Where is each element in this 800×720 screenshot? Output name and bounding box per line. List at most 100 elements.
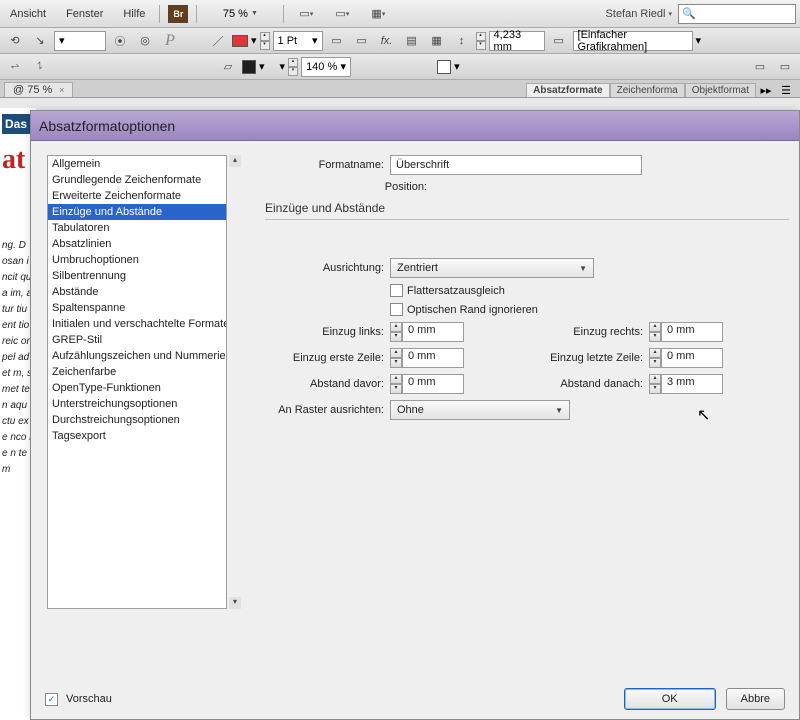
abstand-davor-field[interactable]: ▴▾ 0 mm: [390, 374, 464, 394]
chain-icon[interactable]: ⦿: [109, 31, 131, 51]
checkbox-optischen-rand[interactable]: [390, 303, 403, 316]
category-item[interactable]: Grundlegende Zeichenformate: [48, 172, 226, 188]
menu-window[interactable]: Fenster: [60, 4, 109, 24]
category-item[interactable]: Umbruchoptionen: [48, 252, 226, 268]
an-raster-dropdown[interactable]: Ohne ▼: [390, 400, 570, 420]
frame-style-dropdown[interactable]: [Einfacher Grafikrahmen]: [573, 31, 693, 51]
einzug-erste-input[interactable]: 0 mm: [402, 348, 464, 368]
screen-mode-icon[interactable]: ▭▾: [328, 3, 356, 25]
panel-b-icon[interactable]: ▭: [774, 57, 796, 77]
close-icon[interactable]: ×: [59, 85, 64, 95]
list-scroll[interactable]: ▴ ▾: [229, 155, 241, 609]
fx-label-icon[interactable]: fx.: [376, 31, 398, 51]
abstand-davor-input[interactable]: 0 mm: [402, 374, 464, 394]
einzug-links-field[interactable]: ▴▾ 0 mm: [390, 322, 464, 342]
stroke-color-swatch[interactable]: [232, 35, 248, 47]
category-item[interactable]: Unterstreichungsoptionen: [48, 396, 226, 412]
category-item[interactable]: Spaltenspanne: [48, 300, 226, 316]
formatname-input[interactable]: Überschrift: [390, 155, 642, 175]
paragraph-icon[interactable]: P: [159, 31, 181, 51]
einzug-rechts-input[interactable]: 0 mm: [661, 322, 723, 342]
document-tab[interactable]: @ 75 % ×: [4, 82, 73, 97]
ausrichtung-dropdown[interactable]: Zentriert ▼: [390, 258, 594, 278]
flip-v-icon[interactable]: ⥍: [29, 57, 51, 77]
grid-a-icon[interactable]: ▤: [401, 31, 423, 51]
fx-b-icon[interactable]: ▭: [351, 31, 373, 51]
abstand-danach-input[interactable]: 3 mm: [661, 374, 723, 394]
panel-a-icon[interactable]: ▭: [749, 57, 771, 77]
line-icon[interactable]: ／: [207, 31, 229, 51]
category-item[interactable]: Allgemein: [48, 156, 226, 172]
link-icon[interactable]: ⟲: [4, 31, 26, 51]
einzug-links-input[interactable]: 0 mm: [402, 322, 464, 342]
category-item[interactable]: Aufzählungszeichen und Nummerierung: [48, 348, 226, 364]
chevron-down-icon[interactable]: ▾: [280, 60, 286, 73]
category-item[interactable]: OpenType-Funktionen: [48, 380, 226, 396]
scroll-up-icon[interactable]: ▴: [229, 155, 241, 167]
stepper[interactable]: ▴▾: [260, 32, 270, 50]
category-item[interactable]: Tagsexport: [48, 428, 226, 444]
panel-tab-objektformat[interactable]: Objektformat: [685, 83, 756, 97]
user-menu[interactable]: Stefan Riedl ▾: [606, 8, 672, 20]
vorschau-checkbox[interactable]: ✓: [45, 693, 58, 706]
flip-h-icon[interactable]: ⥋: [4, 57, 26, 77]
stroke-weight[interactable]: 1 Pt▾: [273, 31, 323, 51]
panel-tab-zeichenformate[interactable]: Zeichenforma: [610, 83, 685, 97]
category-item[interactable]: Erweiterte Zeichenformate: [48, 188, 226, 204]
chevron-down-icon[interactable]: ▾: [454, 60, 460, 73]
stepper[interactable]: ▴▾: [649, 348, 661, 368]
chevron-down-icon[interactable]: ▾: [696, 34, 702, 47]
stepper[interactable]: ▴▾: [390, 348, 402, 368]
fx-a-icon[interactable]: ▭: [326, 31, 348, 51]
einzug-letzte-input[interactable]: 0 mm: [661, 348, 723, 368]
bridge-icon[interactable]: Br: [168, 5, 188, 23]
checkbox-flattersatz[interactable]: [390, 284, 403, 297]
category-item[interactable]: Zeichenfarbe: [48, 364, 226, 380]
chevron-down-icon: ▼: [251, 10, 258, 17]
stepper[interactable]: ▴▾: [649, 374, 661, 394]
category-item[interactable]: Initialen und verschachtelte Formate: [48, 316, 226, 332]
category-item[interactable]: Absatzlinien: [48, 236, 226, 252]
stepper[interactable]: ▴▾: [476, 32, 486, 50]
stepper[interactable]: ▴▾: [390, 374, 402, 394]
measurement-field[interactable]: 4,233 mm: [489, 31, 545, 51]
outline-swatch[interactable]: [437, 60, 451, 74]
panel-menu-icon[interactable]: ☰: [776, 84, 796, 97]
einzug-erste-field[interactable]: ▴▾ 0 mm: [390, 348, 464, 368]
abstand-danach-field[interactable]: ▴▾ 3 mm: [649, 374, 723, 394]
abbrechen-button[interactable]: Abbre: [726, 688, 785, 710]
ok-button[interactable]: OK: [624, 688, 716, 710]
grid-b-icon[interactable]: ▦: [426, 31, 448, 51]
stepper[interactable]: ▴▾: [390, 322, 402, 342]
category-item[interactable]: GREP-Stil: [48, 332, 226, 348]
search-input[interactable]: 🔍: [678, 4, 796, 24]
chevron-down-icon[interactable]: ▾: [259, 60, 265, 73]
frame-icon[interactable]: ▭: [548, 31, 570, 51]
zoom-dropdown[interactable]: 75 % ▼: [205, 8, 275, 20]
eyedrop-icon[interactable]: ↘: [29, 31, 51, 51]
panel-tab-absatzformate[interactable]: Absatzformate: [526, 83, 609, 97]
menu-view[interactable]: Ansicht: [4, 4, 52, 24]
category-list[interactable]: AllgemeinGrundlegende ZeichenformateErwe…: [47, 155, 227, 609]
category-item[interactable]: Silbentrennung: [48, 268, 226, 284]
view-options-icon[interactable]: ▭▾: [292, 3, 320, 25]
stepper[interactable]: ▴▾: [649, 322, 661, 342]
einzug-rechts-field[interactable]: ▴▾ 0 mm: [649, 322, 723, 342]
field[interactable]: ▾: [54, 31, 106, 51]
scroll-down-icon[interactable]: ▾: [229, 597, 241, 609]
stepper[interactable]: ▴▾: [288, 58, 298, 76]
einzug-letzte-field[interactable]: ▴▾ 0 mm: [649, 348, 723, 368]
measure-icon[interactable]: ↕: [451, 31, 473, 51]
category-item[interactable]: Einzüge und Abstände: [48, 204, 226, 220]
arrange-icon[interactable]: ▦▾: [364, 3, 392, 25]
menu-help[interactable]: Hilfe: [117, 4, 151, 24]
percent-field[interactable]: 140 %▾: [301, 57, 351, 77]
fill-swatch[interactable]: [242, 60, 256, 74]
tabs-overflow-icon[interactable]: ▸▸: [756, 84, 776, 97]
category-item[interactable]: Durchstreichungsoptionen: [48, 412, 226, 428]
category-item[interactable]: Abstände: [48, 284, 226, 300]
target-icon[interactable]: ◎: [134, 31, 156, 51]
chevron-down-icon[interactable]: ▾: [251, 34, 257, 47]
fill-icon[interactable]: ▱: [217, 57, 239, 77]
category-item[interactable]: Tabulatoren: [48, 220, 226, 236]
